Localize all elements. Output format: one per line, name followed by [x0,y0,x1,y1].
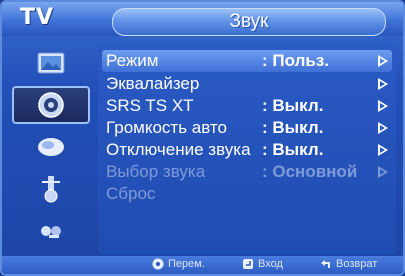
menu-item-label: Отключение звука [106,140,251,159]
tv-label: TV [20,5,55,30]
arrow-right-icon [378,166,388,178]
menu-item-equalizer[interactable]: Эквалайзер [102,73,392,95]
menu-item-value: : Польз. [262,51,329,70]
picture-icon [37,52,65,74]
hint-enter-label: Вход [258,258,283,270]
tv-osd-menu: TV Звук Режим: Польз. Эквалайзер SRS TS… [0,0,405,276]
hint-back: Возврат [320,258,377,270]
footer-hints: Перем. Вход Возврат [2,256,403,274]
sound-icon [38,92,64,118]
menu-item-value: : Выкл. [262,96,324,115]
arrow-right-icon [378,122,388,134]
menu-item-label: Громкость авто [106,118,227,137]
sidebar-item-picture[interactable] [12,44,90,82]
menu-item-auto-volume[interactable]: Громкость авто : Выкл. [102,117,392,139]
menu-item-reset[interactable]: Сброс [102,183,392,205]
menu-item-mode[interactable]: Режим : Польз. [102,50,392,72]
arrow-right-icon [378,55,388,67]
hint-move-label: Перем. [168,258,205,270]
channel-icon [38,138,64,156]
header-bar: TV Звук [2,2,403,36]
menu-item-value: : Основной [262,162,358,181]
sidebar-item-setup[interactable] [12,170,90,208]
menu-item-value: : Выкл. [262,118,324,137]
input-icon [41,226,61,238]
menu-title: Звук [112,8,386,36]
arrow-right-icon [378,100,388,112]
menu-item-value: : Выкл. [262,140,324,159]
hint-back-label: Возврат [336,258,378,270]
category-sidebar [12,44,90,254]
hint-move: Перем. [152,258,205,270]
arrow-right-icon [378,78,388,90]
menu-item-label: Режим [106,51,159,70]
menu-item-sound-select[interactable]: Выбор звука : Основной [102,161,392,183]
navigate-icon [152,258,164,270]
return-icon [321,260,330,268]
menu-item-srs-ts-xt[interactable]: SRS TS XT : Выкл. [102,95,392,117]
menu-item-mute[interactable]: Отключение звука : Выкл. [102,139,392,161]
arrow-right-icon [378,144,388,156]
setup-icon [42,176,60,203]
menu-item-label: SRS TS XT [106,96,194,115]
sidebar-item-channel[interactable] [12,128,90,166]
sidebar-item-sound[interactable] [12,86,90,124]
menu-item-label: Сброс [106,184,156,203]
sound-menu-list: Режим : Польз. Эквалайзер SRS TS XT : Вы… [98,44,396,254]
enter-icon [243,259,253,269]
menu-item-label: Выбор звука [106,162,206,181]
menu-item-label: Эквалайзер [106,74,200,93]
sidebar-item-input[interactable] [12,212,90,250]
hint-enter: Вход [242,258,283,270]
